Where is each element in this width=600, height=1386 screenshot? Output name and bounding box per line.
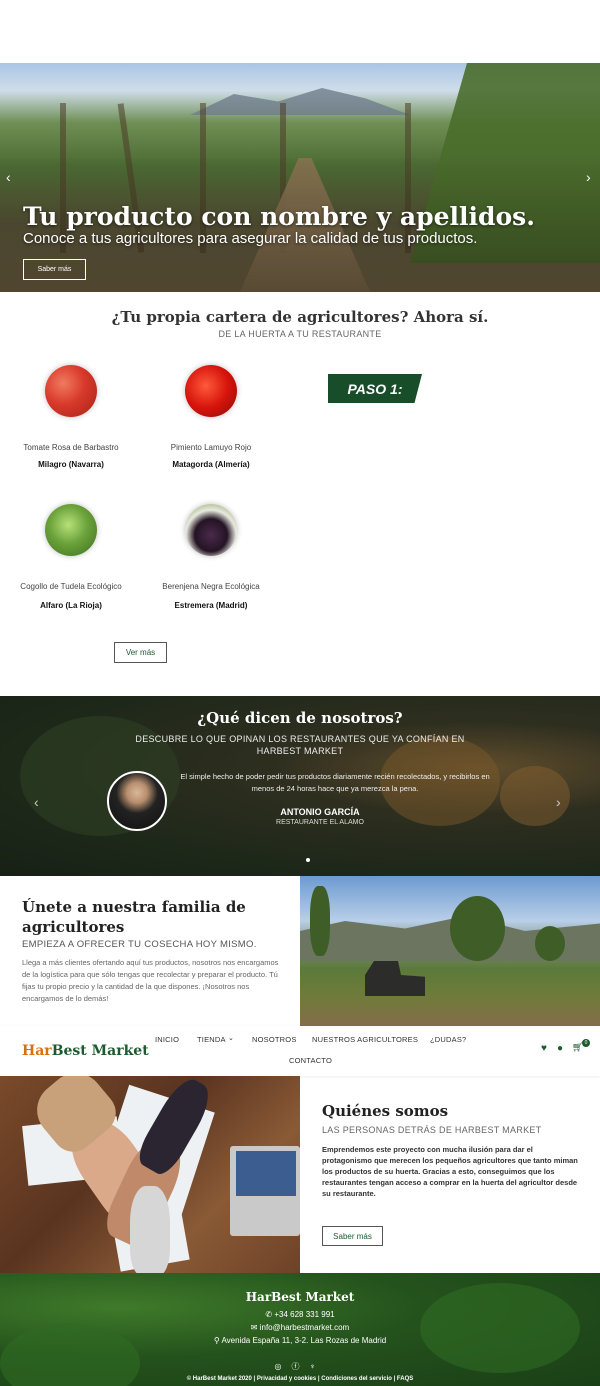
nav-nosotros[interactable]: NOSOTROS (252, 1035, 297, 1044)
heart-icon[interactable]: ♥ (541, 1043, 547, 1054)
paso-badge: PASO 1: (328, 374, 422, 403)
product-location: Matagorda (Almería) (172, 460, 250, 469)
eggplant-icon (185, 504, 237, 556)
chevron-down-icon[interactable]: ⌄ (228, 1034, 234, 1042)
carousel-next-icon[interactable]: › (586, 169, 591, 185)
ver-mas-button[interactable]: Ver más (114, 642, 167, 663)
carousel-prev-icon[interactable]: ‹ (6, 169, 11, 185)
twitter-icon[interactable]: ♆ (309, 1362, 325, 1371)
product-name: Pimiento Lamuyo Rojo (170, 443, 252, 452)
testimonials-subtitle: DESCUBRE LO QUE OPINAN LOS RESTAURANTES … (135, 734, 465, 756)
logo[interactable]: HarBest Market (22, 1043, 149, 1059)
hand (130, 1186, 170, 1273)
testimonial-prev-icon[interactable]: ‹ (34, 794, 39, 810)
lettuce-icon (45, 504, 97, 556)
hero-subtitle: Conoce a tus agricultores para asegurar … (23, 230, 478, 247)
footer-brand: HarBest Market (245, 1290, 355, 1304)
testimonial-quote: El simple hecho de poder pedir tus produ… (180, 772, 490, 793)
phone-icon: ✆ (265, 1310, 275, 1319)
logo-har: Har (22, 1043, 52, 1059)
unete-subtitle: EMPIEZA A OFRECER TU COSECHA HOY MISMO. (22, 939, 257, 950)
product-card[interactable]: Cogollo de Tudela Ecológico Alfaro (La R… (1, 504, 141, 610)
tree (310, 886, 330, 956)
tractor-field-image (300, 876, 600, 1026)
product-card[interactable]: Berenjena Negra Ecológica Estremera (Mad… (141, 504, 281, 610)
laptop-screen (236, 1151, 296, 1196)
footer-email[interactable]: ✉ info@harbestmarket.com (0, 1323, 600, 1332)
footer-phone[interactable]: ✆ +34 628 331 991 (0, 1310, 600, 1319)
product-location: Milagro (Navarra) (38, 460, 104, 469)
product-name: Tomate Rosa de Barbastro (23, 443, 119, 452)
hero-overlay (0, 63, 600, 292)
unete-body: Llega a más clientes ofertando aquí tus … (22, 958, 279, 1003)
logo-best-market: Best Market (51, 1043, 149, 1059)
product-location: Alfaro (La Rioja) (40, 601, 102, 610)
footer-legal: © HarBest Market 2020 | Privacidad y coo… (186, 1376, 414, 1382)
team-hands-image (0, 1076, 300, 1273)
nav-nuestros-agricultores[interactable]: NUESTROS AGRICULTORES (312, 1035, 418, 1044)
unete-title: Únete a nuestra familia de agricultores (22, 898, 246, 936)
quienes-body: Emprendemos este proyecto con mucha ilus… (322, 1145, 578, 1198)
carousel-dot[interactable] (306, 858, 310, 862)
pepper-icon (185, 365, 237, 417)
user-icon[interactable]: ● (557, 1043, 563, 1054)
facebook-icon[interactable]: ⓕ (291, 1362, 309, 1371)
instagram-icon[interactable]: ◎ (275, 1362, 292, 1371)
hero-saber-mas-button[interactable]: Saber más (23, 259, 86, 280)
product-name: Cogollo de Tudela Ecológico (20, 582, 122, 591)
quienes-subtitle: LAS PERSONAS DETRÁS DE HARBEST MARKET (322, 1125, 542, 1135)
hero-banner: ‹ › Tu producto con nombre y apellidos. … (0, 63, 600, 292)
nav-contacto[interactable]: CONTACTO (289, 1056, 332, 1065)
top-whitespace (0, 0, 600, 63)
testimonial-role: RESTAURANTE EL ALAMO (276, 819, 364, 826)
product-card[interactable]: Tomate Rosa de Barbastro Milagro (Navarr… (1, 365, 141, 469)
cart-count-badge: 0 (582, 1039, 590, 1047)
testimonials-section: ¿Qué dicen de nosotros? DESCUBRE LO QUE … (0, 696, 600, 876)
nav-dudas[interactable]: ¿DUDAS? (430, 1035, 466, 1044)
address-text: Avenida España 11, 3-2. Las Rozas de Mad… (221, 1336, 387, 1345)
email-text: info@harbestmarket.com (259, 1323, 350, 1332)
avatar (107, 771, 167, 831)
tractor (365, 961, 425, 996)
testimonial-next-icon[interactable]: › (556, 794, 561, 810)
hero-title: Tu producto con nombre y apellidos. (23, 202, 535, 231)
product-card[interactable]: Pimiento Lamuyo Rojo Matagorda (Almería) (141, 365, 281, 469)
tree (535, 926, 565, 961)
phone-text: +34 628 331 991 (274, 1310, 335, 1319)
cartera-title: ¿Tu propia cartera de agricultores? Ahor… (111, 308, 489, 326)
quienes-saber-mas-button[interactable]: Saber más (322, 1226, 383, 1246)
tree (450, 896, 505, 961)
footer: HarBest Market ✆ +34 628 331 991 ✉ info@… (0, 1273, 600, 1386)
footer-address: ⚲ Avenida España 11, 3-2. Las Rozas de M… (0, 1336, 600, 1345)
nav-inicio[interactable]: INICIO (155, 1035, 179, 1044)
tomato-icon (45, 365, 97, 417)
main-navbar: HarBest Market (0, 1026, 600, 1076)
testimonial-author: ANTONIO GARCÍA (280, 807, 360, 817)
product-location: Estremera (Madrid) (174, 601, 248, 610)
testimonials-title: ¿Qué dicen de nosotros? (197, 709, 403, 727)
nav-tienda[interactable]: TIENDA (197, 1035, 226, 1044)
cartera-subtitle: DE LA HUERTA A TU RESTAURANTE (218, 329, 382, 339)
quienes-title: Quiénes somos (322, 1102, 449, 1120)
social-links: ◎ⓕ♆ (0, 1361, 600, 1372)
mail-icon: ✉ (250, 1323, 260, 1332)
product-name: Berenjena Negra Ecológica (162, 582, 260, 591)
